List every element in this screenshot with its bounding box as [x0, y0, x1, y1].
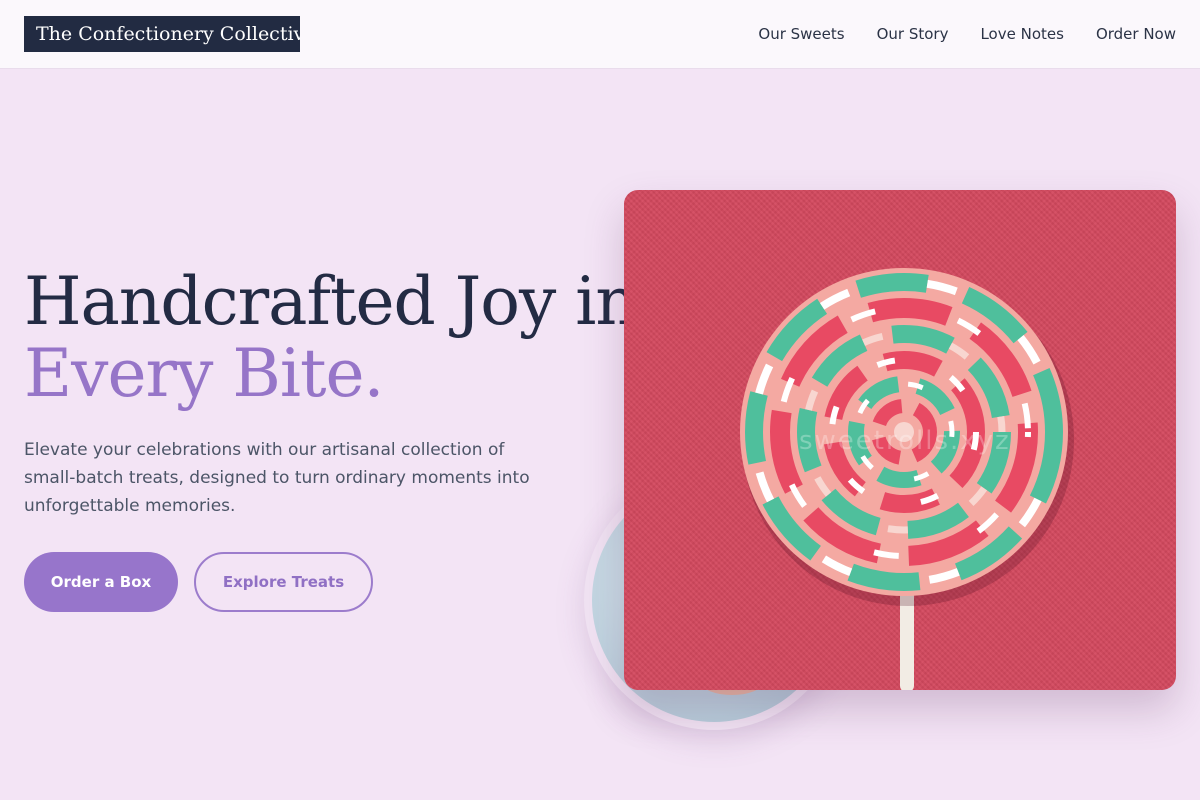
site-header: The Confectionery Collective Our Sweets …	[0, 0, 1200, 69]
hero-headline: Handcrafted Joy in Every Bite.	[24, 263, 638, 412]
image-watermark: sweetrolls.xyz	[799, 426, 1011, 456]
main-nav: Our Sweets Our Story Love Notes Order No…	[758, 23, 1176, 45]
nav-link-our-story[interactable]: Our Story	[877, 23, 949, 45]
hero-headline-line1: Handcrafted Joy in	[24, 263, 638, 340]
hero-headline-line2: Every Bite.	[24, 335, 385, 412]
order-box-button[interactable]: Order a Box	[24, 552, 178, 612]
nav-link-love-notes[interactable]: Love Notes	[980, 23, 1063, 45]
brand-logo[interactable]: The Confectionery Collective	[24, 16, 300, 52]
explore-treats-button[interactable]: Explore Treats	[194, 552, 373, 612]
nav-link-order-now[interactable]: Order Now	[1096, 23, 1176, 45]
lollipop-hero-image: sweetrolls.xyz	[624, 190, 1176, 690]
hero-subtext: Elevate your celebrations with our artis…	[24, 440, 530, 516]
nav-link-our-sweets[interactable]: Our Sweets	[758, 23, 844, 45]
